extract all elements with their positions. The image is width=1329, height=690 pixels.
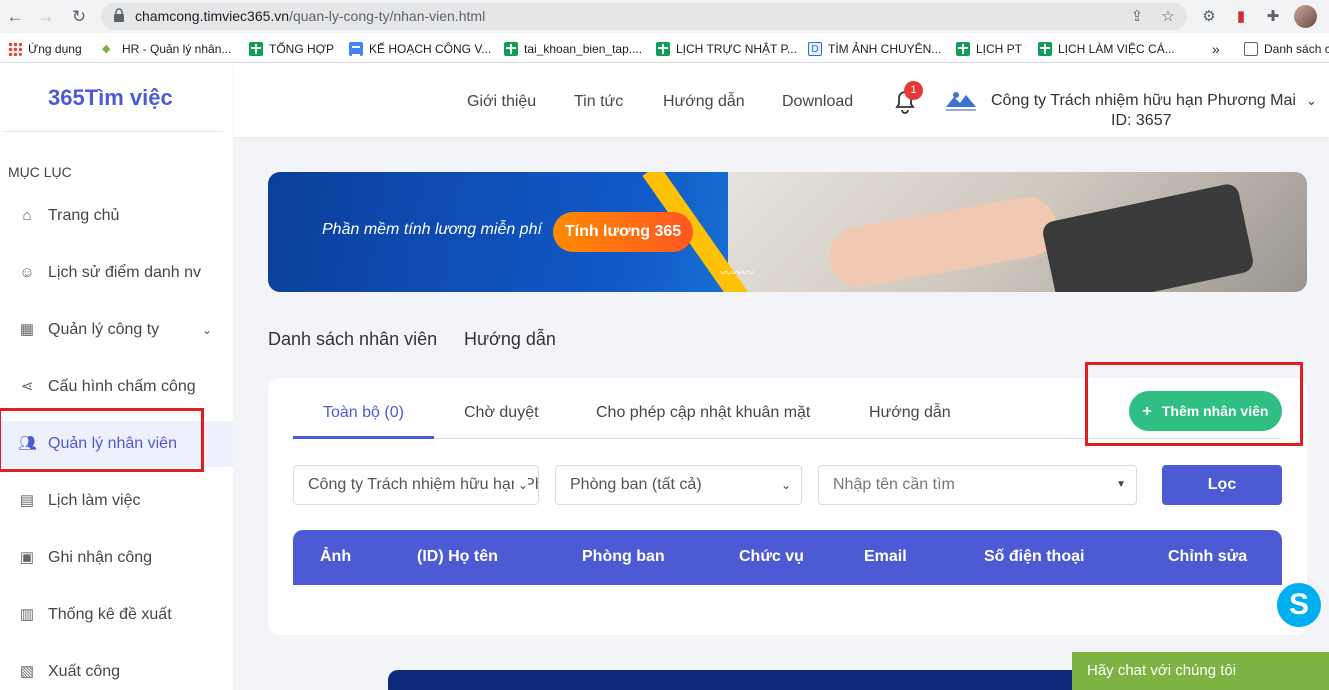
bottom-banner (388, 670, 1108, 690)
name-search-input[interactable]: Nhập tên cần tìm ▼ (818, 465, 1137, 505)
banner-tagline: Phần mềm tính lương miễn phí (322, 221, 542, 238)
nav-download[interactable]: Download (782, 93, 853, 111)
hr-icon: ◆ (102, 43, 111, 55)
profile-avatar[interactable] (1294, 5, 1317, 28)
share-icon: ⋖ (20, 378, 34, 395)
banner-cta-button[interactable]: Tính lương 365 (553, 212, 693, 252)
col-email: Email (864, 548, 907, 565)
bookmark-ke-hoach[interactable]: KẾ HOẠCH CÔNG V... (349, 40, 491, 58)
filter-button[interactable]: Lọc (1162, 465, 1282, 505)
sheets-icon (956, 42, 970, 56)
nav-huong-dan[interactable]: Hướng dẫn (663, 93, 745, 111)
sidebar-item-schedule[interactable]: ▤ Lịch làm việc (0, 478, 233, 524)
back-icon[interactable]: ← (4, 6, 26, 28)
address-bar[interactable]: chamcong.timviec365.vn/quan-ly-cong-ty/n… (101, 3, 1187, 30)
tab-employee-list[interactable]: Danh sách nhân viên (268, 329, 437, 350)
chevron-down-icon: ⌄ (780, 478, 791, 492)
bookmark-lich-pt[interactable]: LỊCH PT (956, 40, 1022, 58)
skype-icon[interactable]: S (1277, 583, 1321, 627)
promo-banner[interactable]: Phần mềm tính lương miễn phí Tính lương … (268, 172, 1307, 292)
department-select[interactable]: Phòng ban (tất cả) ⌄ (555, 465, 802, 505)
sheets-icon (504, 42, 518, 56)
company-id: ID: 3657 (1111, 112, 1172, 129)
bookmark-tai-khoan[interactable]: tai_khoan_bien_tap.... (504, 40, 642, 58)
col-photo: Ảnh (320, 548, 352, 565)
reload-icon[interactable]: ↻ (68, 6, 90, 28)
list-icon (1244, 42, 1258, 56)
export-icon: ▧ (19, 663, 35, 680)
highlight-box-add-button (1085, 362, 1303, 446)
logo[interactable]: 365Tìm việc (48, 85, 173, 111)
user-history-icon: ☺ (19, 264, 35, 281)
bookmark-hr[interactable]: ◆ HR - Quản lý nhân... (102, 40, 231, 58)
url-text: chamcong.timviec365.vn/quan-ly-cong-ty/n… (135, 8, 486, 24)
lock-icon (114, 8, 124, 22)
chevron-down-icon[interactable]: ⌄ (1306, 93, 1317, 109)
chevron-down-icon: ⌄ (202, 323, 213, 337)
tab-pending[interactable]: Chờ duyệt (464, 404, 539, 422)
star-icon[interactable]: ☆ (1158, 7, 1178, 27)
waves-decoration: 〰〰〰 (720, 266, 754, 280)
menu-title: MỤC LỤC (8, 164, 72, 180)
record-icon: ▣ (19, 549, 35, 566)
sidebar-item-timekeeping-config[interactable]: ⋖ Cấu hình chấm công (0, 364, 233, 410)
table-header: Ảnh (ID) Họ tên Phòng ban Chức vụ Email … (293, 530, 1282, 585)
company-select[interactable]: Công ty Trách nhiệm hữu hạn Phương Mai ⌄ (293, 465, 539, 505)
sidebar-item-attendance-history[interactable]: ☺ Lịch sử điểm danh nv (0, 250, 233, 296)
nav-gioi-thieu[interactable]: Giới thiệu (467, 93, 536, 111)
top-navbar: Giới thiệu Tin tức Hướng dẫn Download 1 … (233, 63, 1329, 137)
stats-icon: ▥ (19, 606, 35, 623)
calendar-icon: ▤ (19, 492, 35, 509)
col-position: Chức vụ (739, 548, 804, 565)
bookmark-lich-truc[interactable]: LỊCH TRỰC NHẬT P... (656, 40, 797, 58)
tab-face-update[interactable]: Cho phép cập nhật khuân mặt (596, 404, 810, 422)
bookmark-lich-lam-viec[interactable]: LỊCH LÀM VIỆC CÁ... (1038, 40, 1175, 58)
extension-gear-icon[interactable]: ⚙ (1198, 6, 1220, 28)
sheets-icon (1038, 42, 1052, 56)
sheets-icon (249, 42, 263, 56)
docs-icon (349, 42, 363, 56)
d-icon: D (808, 42, 822, 56)
company-name[interactable]: Công ty Trách nhiệm hữu hạn Phương Mai (991, 92, 1296, 110)
sidebar-item-proposal-stats[interactable]: ▥ Thống kê đề xuất (0, 592, 233, 638)
forward-icon[interactable]: → (35, 6, 57, 28)
sidebar-item-company[interactable]: ▦ Quản lý công ty ⌄ (0, 307, 233, 353)
bookmark-apps[interactable]: Ứng dụng (8, 40, 82, 58)
col-name: (ID) Họ tên (417, 548, 498, 565)
chat-widget[interactable]: Hãy chat với chúng tôi (1072, 652, 1329, 690)
bookmarks-more[interactable]: » (1212, 40, 1220, 58)
divider (4, 131, 223, 132)
tab-guide[interactable]: Hướng dẫn (464, 329, 556, 350)
active-tab-indicator (293, 436, 434, 439)
sidebar-item-home[interactable]: ⌂ Trang chủ (0, 193, 233, 239)
tab-all[interactable]: Toàn bộ (0) (323, 404, 404, 422)
apps-grid-icon (8, 42, 22, 56)
tab-card-guide[interactable]: Hướng dẫn (869, 404, 951, 422)
notification-badge: 1 (904, 81, 923, 100)
reading-list[interactable]: Danh sách c (1244, 40, 1329, 58)
nav-tin-tuc[interactable]: Tin tức (574, 93, 623, 111)
sidebar: 365Tìm việc MỤC LỤC ⌂ Trang chủ ☺ Lịch s… (0, 63, 233, 690)
page: 365Tìm việc MỤC LỤC ⌂ Trang chủ ☺ Lịch s… (0, 63, 1329, 690)
puzzle-icon[interactable]: ✚ (1262, 6, 1284, 28)
browser-toolbar: ← → ↻ chamcong.timviec365.vn/quan-ly-con… (0, 0, 1329, 33)
home-icon: ⌂ (22, 207, 32, 224)
share-page-icon[interactable]: ⇪ (1127, 7, 1147, 27)
highlight-box-sidebar (0, 408, 204, 472)
col-edit: Chỉnh sửa (1168, 548, 1248, 565)
sidebar-item-export[interactable]: ▧ Xuất công (0, 649, 233, 690)
company-logo-icon (946, 92, 976, 111)
sheets-icon (656, 42, 670, 56)
bookmark-tim-anh[interactable]: D TÌM ẢNH CHUYÊN... (808, 40, 941, 58)
col-department: Phòng ban (582, 548, 665, 565)
sidebar-item-record-work[interactable]: ▣ Ghi nhận công (0, 535, 233, 581)
building-icon: ▦ (19, 321, 35, 338)
chevron-down-icon: ⌄ (513, 466, 528, 504)
bookmark-tong-hop[interactable]: TỔNG HỢP (249, 40, 334, 58)
col-phone: Số điện thoại (984, 548, 1085, 565)
bookmarks-bar: Ứng dụng ◆ HR - Quản lý nhân... TỔNG HỢP … (0, 33, 1329, 63)
dropdown-triangle-icon: ▼ (1116, 479, 1126, 490)
extension-red-icon[interactable]: ▮ (1230, 6, 1252, 28)
